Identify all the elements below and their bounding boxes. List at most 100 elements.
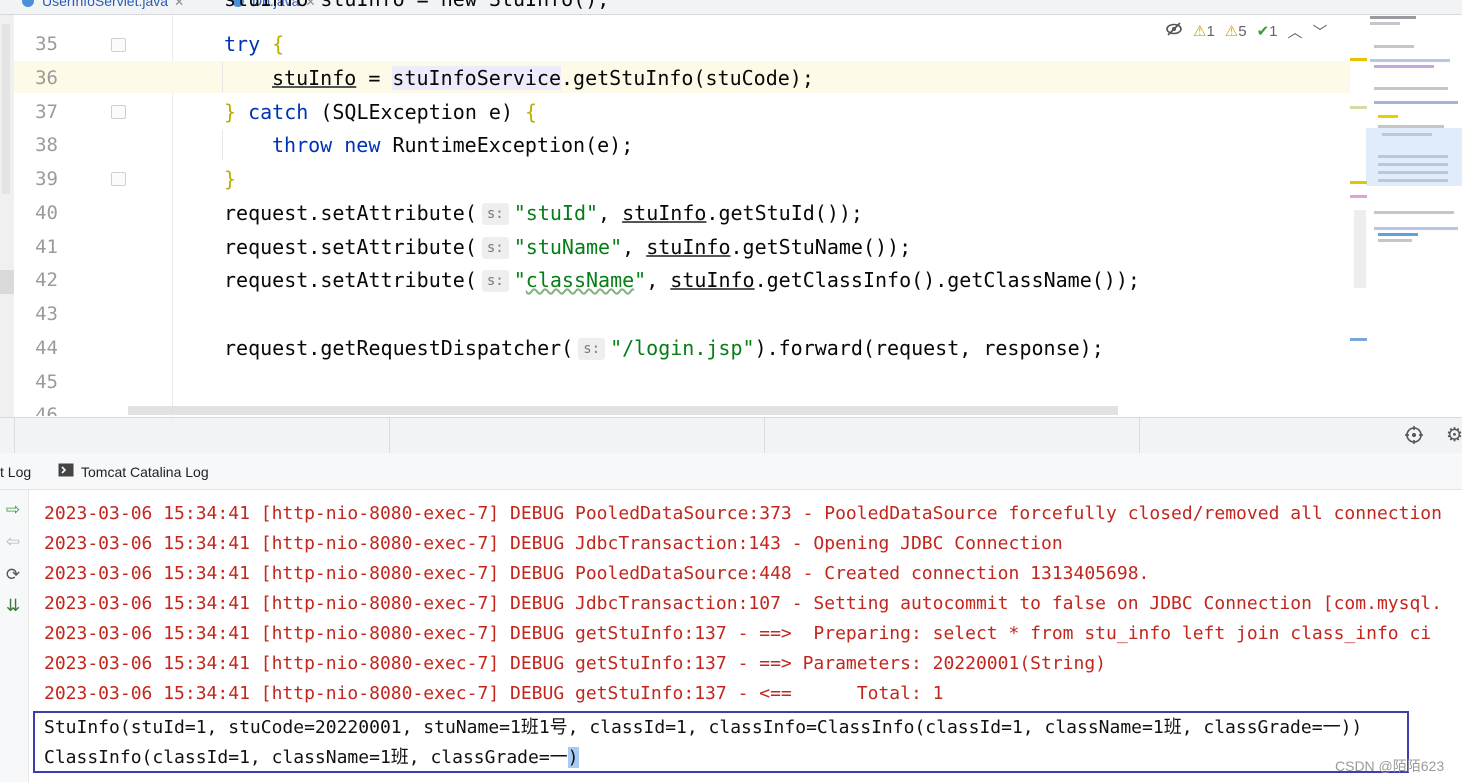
code-line[interactable]: try { bbox=[224, 32, 284, 56]
console-sidebar: ⇨ ⇦ ⟳ ⇊ bbox=[0, 490, 29, 782]
horizontal-scrollbar[interactable] bbox=[128, 406, 1118, 415]
refresh-icon[interactable]: ⟳ bbox=[3, 565, 23, 585]
target-icon[interactable] bbox=[1404, 425, 1424, 445]
eye-crossed-icon[interactable] bbox=[1165, 22, 1183, 40]
terminal-icon bbox=[58, 463, 74, 477]
code-line[interactable]: } bbox=[224, 167, 236, 191]
variable: stuInfo bbox=[670, 268, 755, 292]
divider bbox=[1139, 418, 1140, 453]
code-text: .getStuId()); bbox=[706, 201, 863, 225]
close-icon[interactable]: ✕ bbox=[174, 0, 184, 9]
code-line[interactable]: request.getRequestDispatcher(s: "/login.j… bbox=[224, 336, 1104, 360]
log-line: 2023-03-06 15:34:41 [http-nio-8080-exec-… bbox=[44, 563, 1150, 584]
parameter-hint: s: bbox=[481, 237, 509, 259]
line-number: 43 bbox=[35, 303, 58, 325]
variable: stuInfo bbox=[272, 66, 357, 90]
code-text: ).forward(request, response); bbox=[754, 336, 1104, 360]
log-line: 2023-03-06 15:34:41 [http-nio-8080-exec-… bbox=[44, 503, 1442, 524]
code-line[interactable]: request.setAttribute(s: "stuName", stuInf… bbox=[224, 235, 911, 259]
check-icon: ✔ bbox=[1256, 23, 1270, 40]
gutter-marker bbox=[0, 270, 14, 294]
log-line-partial bbox=[44, 476, 1462, 490]
gutter-scroll-track bbox=[2, 24, 10, 194]
warning-count[interactable]: ⚠5 bbox=[1225, 22, 1247, 40]
tab-server-log[interactable]: t Log bbox=[0, 464, 31, 480]
line-number: 46 bbox=[35, 404, 58, 416]
highlight-box bbox=[33, 711, 1409, 773]
count: 1 bbox=[1206, 23, 1215, 40]
string: "/login.jsp" bbox=[610, 336, 755, 360]
field-ref: stuInfoService bbox=[392, 66, 561, 90]
inspection-widget[interactable]: ⚠1 ⚠5 ✔1 ︿ ﹀ bbox=[1165, 20, 1328, 42]
ok-count[interactable]: ✔1 bbox=[1257, 22, 1278, 40]
weak-warning-count[interactable]: ⚠1 bbox=[1193, 22, 1215, 40]
log-line: 2023-03-06 15:34:41 [http-nio-8080-exec-… bbox=[44, 623, 1432, 644]
string: "stuName" bbox=[513, 235, 623, 259]
string: " bbox=[513, 268, 526, 292]
chevron-down-icon[interactable]: ﹀ bbox=[1313, 21, 1328, 42]
divider bbox=[389, 418, 390, 453]
code-text: (SQLException e) bbox=[320, 100, 526, 124]
brace: } bbox=[224, 167, 237, 191]
code-text: request.setAttribute( bbox=[224, 268, 477, 292]
line-number: 36 bbox=[35, 67, 58, 89]
divider bbox=[764, 418, 765, 453]
parameter-hint: s: bbox=[578, 338, 606, 360]
code-line[interactable]: request.setAttribute(s: "className", stuI… bbox=[224, 268, 1140, 292]
count: 1 bbox=[1269, 23, 1278, 40]
code-text: .getStuInfo(stuCode); bbox=[561, 66, 814, 90]
restore-icon[interactable]: ⇦ bbox=[3, 532, 23, 552]
minimap-viewport[interactable] bbox=[1366, 128, 1462, 186]
scroll-to-end-icon[interactable]: ⇊ bbox=[3, 596, 23, 616]
line-number: 44 bbox=[35, 337, 58, 359]
code-text: , bbox=[646, 268, 671, 292]
code-text: request.getRequestDispatcher( bbox=[224, 336, 574, 360]
scroll-marker[interactable] bbox=[1350, 106, 1367, 109]
fold-marker-icon[interactable] bbox=[111, 38, 126, 52]
line-number: 40 bbox=[35, 202, 58, 224]
rerun-icon[interactable]: ⇨ bbox=[3, 500, 23, 520]
count: 5 bbox=[1238, 23, 1247, 40]
line-number: 39 bbox=[35, 168, 58, 190]
java-class-icon bbox=[22, 0, 34, 7]
parameter-hint: s: bbox=[481, 270, 509, 292]
warning-icon: ⚠ bbox=[1224, 23, 1239, 40]
indent-guide bbox=[222, 130, 223, 160]
indent-guide bbox=[222, 62, 223, 92]
string: " bbox=[634, 268, 647, 292]
code-line[interactable]: } catch (SQLException e) { bbox=[224, 100, 537, 124]
tab-label: UserInfoServlet.java bbox=[42, 0, 169, 9]
log-line: 2023-03-06 15:34:41 [http-nio-8080-exec-… bbox=[44, 593, 1442, 614]
line-number: 37 bbox=[35, 101, 58, 123]
code-text: , bbox=[622, 235, 647, 259]
parameter-hint: s: bbox=[481, 203, 509, 225]
scroll-marker[interactable] bbox=[1350, 58, 1367, 61]
string: "stuId" bbox=[513, 201, 599, 225]
variable: stuInfo bbox=[646, 235, 731, 259]
line-number: 45 bbox=[35, 371, 58, 393]
fold-marker-icon[interactable] bbox=[111, 172, 126, 186]
operator: = bbox=[356, 66, 393, 90]
tool-window-header: ⚙ bbox=[0, 417, 1462, 454]
code-text: .getClassInfo().getClassName()); bbox=[754, 268, 1140, 292]
tab-userinfoservlet[interactable]: UserInfoServlet.java ✕ bbox=[22, 0, 184, 13]
code-text: RuntimeException(e); bbox=[392, 133, 634, 157]
code-text: , bbox=[598, 201, 623, 225]
scroll-marker[interactable] bbox=[1350, 338, 1367, 341]
settings-icon[interactable]: ⚙ bbox=[1446, 424, 1462, 446]
scroll-marker[interactable] bbox=[1350, 181, 1367, 184]
code-line[interactable]: stuInfo = stuInfoService.getStuInfo(stuC… bbox=[272, 66, 814, 90]
keyword: new bbox=[332, 133, 393, 157]
code-line-partial[interactable]: stuInfo stuInfo = new StuInfo(); bbox=[224, 0, 609, 11]
brace: { bbox=[525, 100, 538, 124]
chevron-up-icon[interactable]: ︿ bbox=[1288, 21, 1303, 42]
scrollbar-track[interactable] bbox=[1354, 210, 1366, 288]
log-line: 2023-03-06 15:34:41 [http-nio-8080-exec-… bbox=[44, 533, 1063, 554]
code-line[interactable]: throw new RuntimeException(e); bbox=[272, 133, 633, 157]
fold-marker-icon[interactable] bbox=[111, 105, 126, 119]
code-text: request.setAttribute( bbox=[224, 235, 477, 259]
scroll-marker[interactable] bbox=[1350, 195, 1367, 198]
editor-tab-bar: UserInfoServlet.java ✕ Db.java ✕ bbox=[0, 0, 1462, 15]
string-typo: className bbox=[525, 268, 635, 292]
code-line[interactable]: request.setAttribute(s: "stuId", stuInfo.… bbox=[224, 201, 863, 225]
